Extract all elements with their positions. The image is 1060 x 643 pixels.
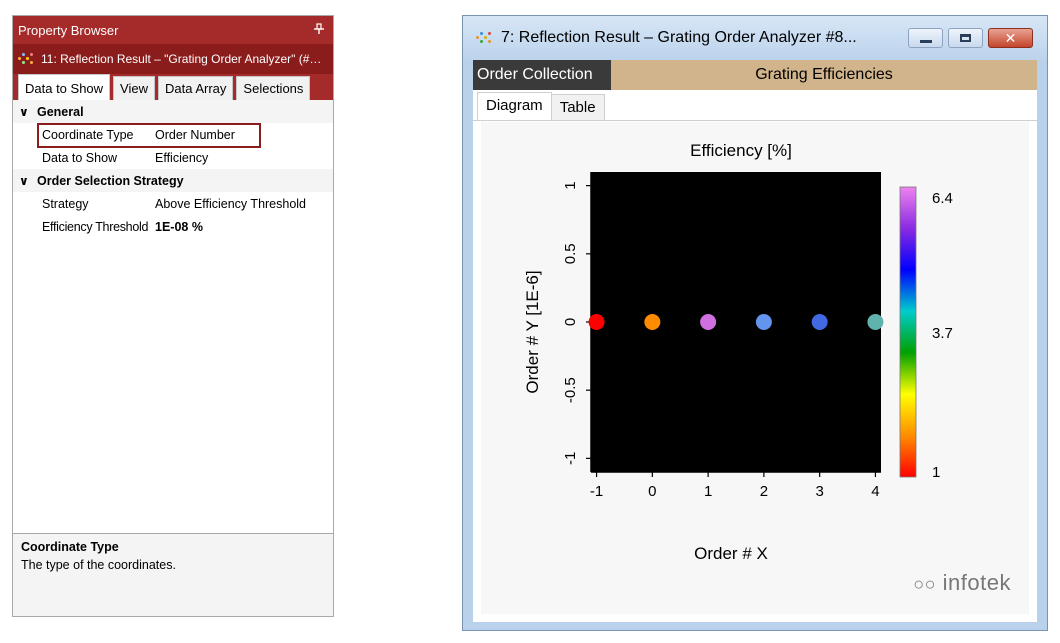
property-value[interactable]: Above Efficiency Threshold — [155, 197, 306, 211]
x-tick-label: 1 — [704, 483, 712, 500]
property-row-coordinate-type[interactable]: Coordinate Type Order Number — [13, 123, 333, 148]
colorbar — [899, 186, 917, 478]
watermark-text: infotek — [942, 570, 1011, 595]
category-label: General — [37, 104, 84, 119]
x-tick-label: 4 — [871, 483, 879, 500]
result-header: Order Collection Grating Efficiencies — [473, 60, 1037, 90]
property-key: Efficiency Threshold — [42, 219, 149, 234]
property-browser-tabs: Data to Show View Data Array Selections — [13, 74, 333, 100]
property-key: Strategy — [42, 196, 89, 211]
document-dots-icon — [475, 30, 493, 46]
colorbar-ticks: 1 3.7 6.4 — [932, 190, 953, 481]
property-value[interactable]: Efficiency — [155, 151, 208, 165]
pin-icon[interactable] — [313, 22, 325, 38]
property-row-strategy[interactable]: Strategy Above Efficiency Threshold — [13, 192, 333, 215]
result-tabs: Diagram Table — [473, 90, 1037, 121]
diagram-area: Efficiency [%] -1 -0.5 0 0.5 1 -1 0 1 2 3 4 Order… — [481, 122, 1029, 614]
maximize-button[interactable] — [948, 28, 983, 48]
category-label: Order Selection Strategy — [37, 173, 184, 188]
x-tick-label: -1 — [590, 483, 603, 500]
category-order-selection-strategy[interactable]: ∨ Order Selection Strategy — [13, 169, 333, 192]
window-title: 7: Reflection Result – Grating Order Ana… — [501, 29, 857, 46]
x-tick-label: 2 — [760, 483, 768, 500]
tab-data-array[interactable]: Data Array — [158, 76, 234, 100]
window-body: Order Collection Grating Efficiencies Di… — [473, 60, 1037, 622]
help-text: The type of the coordinates. — [21, 558, 176, 572]
help-panel: Coordinate Type The type of the coordina… — [13, 533, 333, 616]
colorbar-tick-label: 1 — [932, 464, 940, 481]
document-dots-icon — [17, 51, 35, 67]
wechat-icon: ○○ — [913, 574, 937, 594]
document-title: 11: Reflection Result – "Grating Order A… — [41, 52, 322, 66]
tab-selections[interactable]: Selections — [236, 76, 311, 100]
colorbar-tick-label: 6.4 — [932, 190, 953, 207]
chevron-down-icon[interactable]: ∨ — [19, 174, 37, 188]
watermark: ○○ infotek — [913, 570, 1011, 596]
x-axis-label: Order # X — [694, 544, 768, 563]
data-point — [588, 314, 605, 330]
tab-data-to-show[interactable]: Data to Show — [18, 74, 111, 100]
chevron-down-icon[interactable]: ∨ — [19, 105, 37, 119]
data-point — [811, 314, 828, 330]
y-tick-label: -0.5 — [562, 377, 579, 403]
x-tick-label: 3 — [815, 483, 823, 500]
minimize-icon — [919, 39, 932, 43]
y-axis: -1 -0.5 0 0.5 1 — [562, 172, 592, 472]
x-axis: -1 0 1 2 3 4 — [590, 471, 881, 500]
close-icon: ✕ — [1004, 30, 1017, 46]
plot-background — [591, 172, 881, 472]
data-point — [755, 314, 772, 330]
data-point — [644, 314, 661, 330]
data-point — [867, 314, 884, 330]
colorbar-tick-label: 3.7 — [932, 325, 953, 342]
y-tick-label: 1 — [562, 181, 579, 189]
category-general[interactable]: ∨ General — [13, 100, 333, 123]
result-window: 7: Reflection Result – Grating Order Ana… — [462, 15, 1048, 631]
tab-table[interactable]: Table — [550, 94, 605, 120]
property-grid: ∨ General Coordinate Type Order Number D… — [13, 100, 333, 238]
help-title: Coordinate Type — [21, 540, 119, 554]
property-value[interactable]: Order Number — [155, 128, 235, 142]
minimize-button[interactable] — [908, 28, 943, 48]
property-row-efficiency-threshold[interactable]: Efficiency Threshold 1E-08 % — [13, 215, 333, 238]
maximize-icon — [960, 34, 971, 42]
header-order-collection: Order Collection — [473, 60, 611, 90]
x-tick-label: 0 — [648, 483, 656, 500]
property-browser-document: 11: Reflection Result – "Grating Order A… — [13, 44, 333, 74]
y-tick-label: 0 — [562, 318, 579, 326]
close-button[interactable]: ✕ — [988, 28, 1033, 48]
efficiency-chart: Efficiency [%] -1 -0.5 0 0.5 1 -1 0 1 2 3 4 Order… — [523, 141, 953, 563]
y-tick-label: 0.5 — [562, 243, 579, 264]
y-axis-label: Order # Y [1E-6] — [523, 270, 542, 393]
chart-title: Efficiency [%] — [690, 141, 792, 160]
property-value[interactable]: 1E-08 % — [155, 220, 203, 234]
property-key: Data to Show — [42, 150, 118, 165]
tab-view[interactable]: View — [113, 76, 155, 100]
data-point — [700, 314, 717, 330]
property-key: Coordinate Type — [42, 127, 134, 142]
header-grating-efficiencies: Grating Efficiencies — [611, 60, 1037, 90]
property-browser-titlebar: Property Browser — [13, 16, 333, 44]
property-row-data-to-show[interactable]: Data to Show Efficiency — [13, 146, 333, 169]
window-titlebar[interactable]: 7: Reflection Result – Grating Order Ana… — [463, 16, 1047, 60]
y-tick-label: -1 — [562, 452, 579, 465]
property-browser-title: Property Browser — [18, 22, 119, 38]
tab-diagram[interactable]: Diagram — [477, 92, 552, 120]
property-browser-panel: Property Browser 11: Reflection Result –… — [12, 15, 334, 617]
